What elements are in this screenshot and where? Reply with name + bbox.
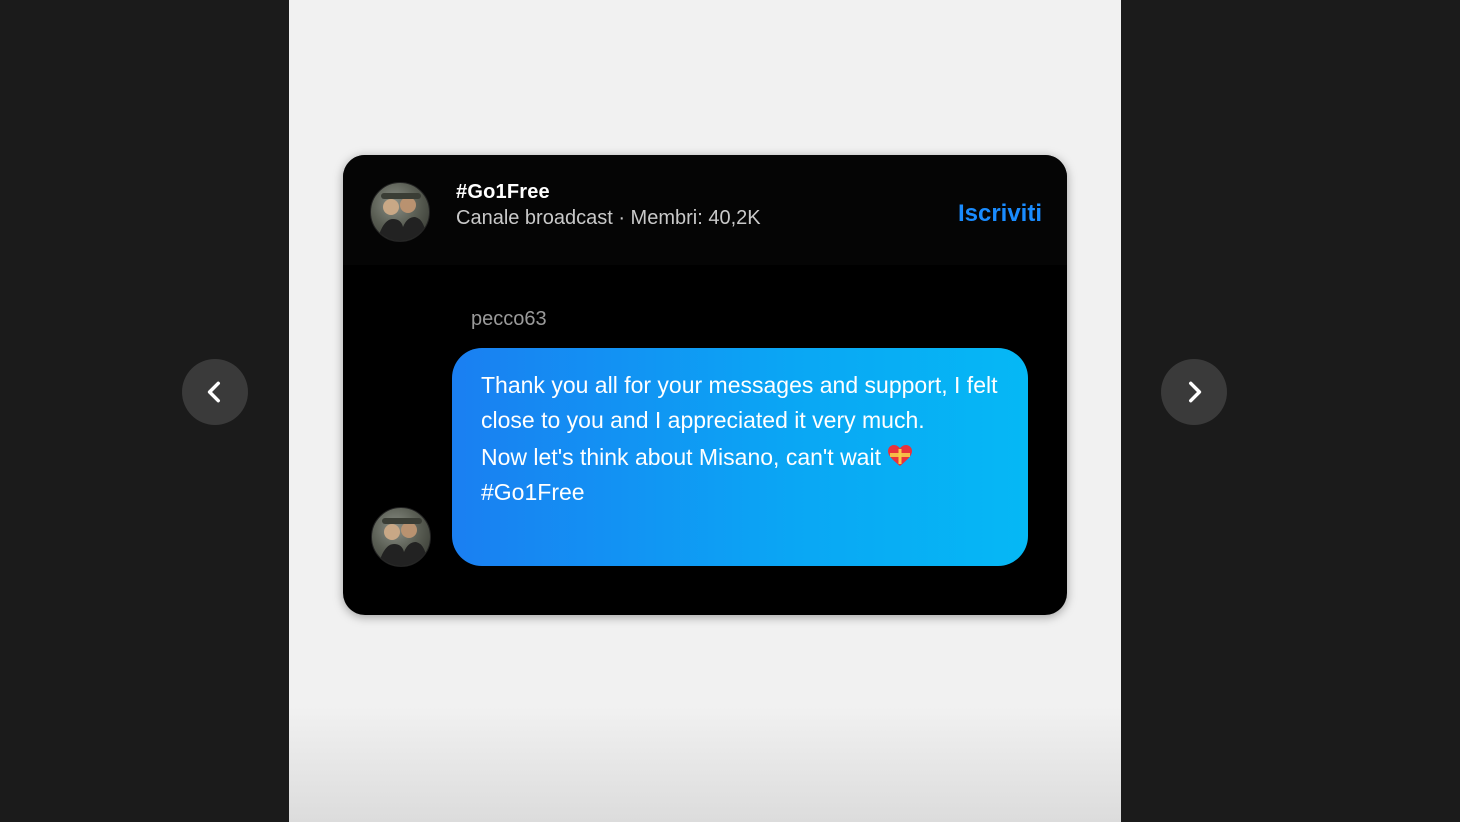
channel-header: #Go1Free Canale broadcast · Membri: 40,2… [343,155,1067,265]
subscribe-button[interactable]: Iscriviti [958,200,1042,228]
message-hashtag[interactable]: #Go1Free [481,475,1000,510]
chevron-left-icon [207,381,220,403]
heart-with-ribbon-icon [887,444,913,468]
channel-name: #Go1Free [456,181,550,203]
message-paragraph-2: Now let's think about Misano, can't wait [481,440,1000,475]
message-paragraph-2-text: Now let's think about Misano, can't wait [481,444,881,470]
sender-avatar [371,507,431,567]
channel-subtitle: Canale broadcast · Membri: 40,2K [456,207,761,229]
message-paragraph-1: Thank you all for your messages and supp… [481,372,998,433]
broadcast-channel-card: #Go1Free Canale broadcast · Membri: 40,2… [343,155,1067,615]
chevron-right-icon [1189,381,1202,403]
previous-button[interactable] [182,359,248,425]
message-sender: pecco63 [471,308,547,330]
story-viewer: #Go1Free Canale broadcast · Membri: 40,2… [0,0,1460,822]
channel-avatar [370,182,430,242]
message-bubble: Thank you all for your messages and supp… [452,348,1028,566]
next-button[interactable] [1161,359,1227,425]
